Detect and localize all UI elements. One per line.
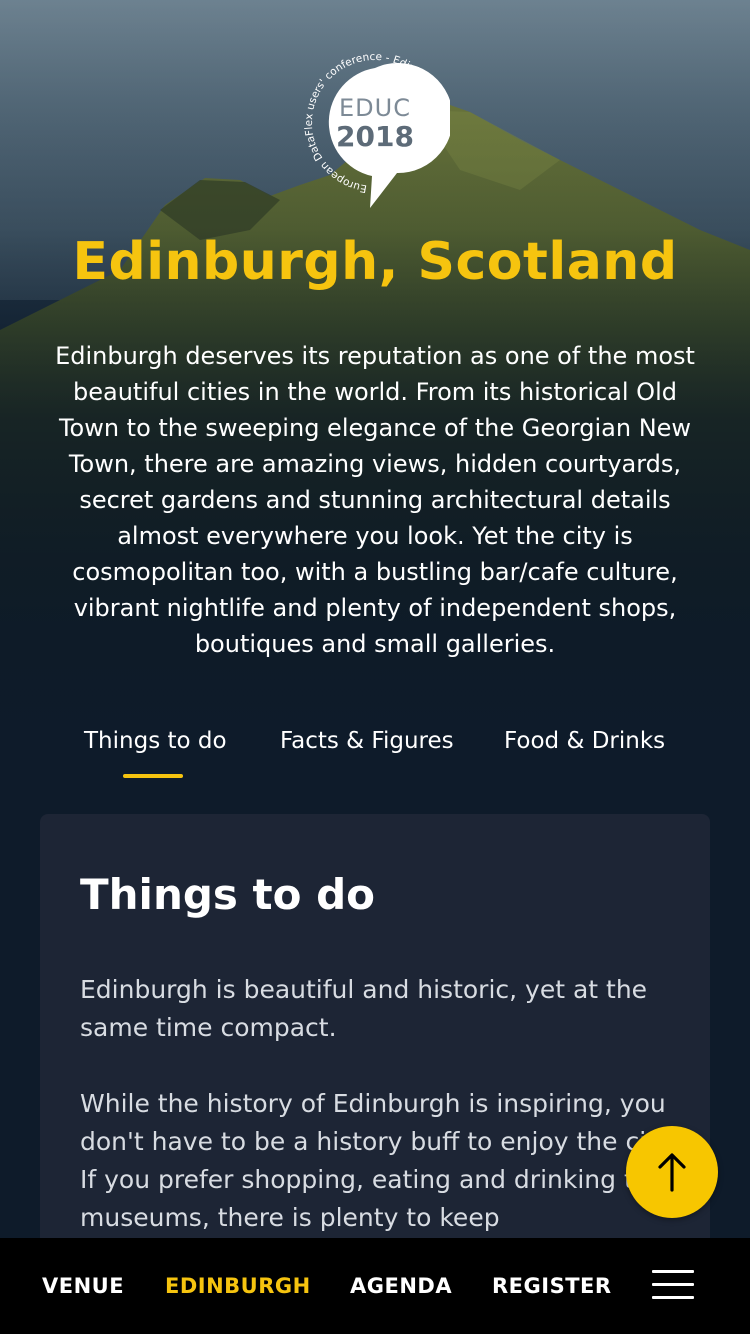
bottom-navigation: VENUE EDINBURGH AGENDA REGISTER <box>0 1238 750 1334</box>
logo-name: EDUC <box>339 94 411 122</box>
tab-things-to-do[interactable]: Things to do <box>84 728 227 754</box>
nav-item-edinburgh[interactable]: EDINBURGH <box>165 1274 311 1298</box>
intro-paragraph: Edinburgh deserves its reputation as one… <box>55 342 695 658</box>
logo-year: 2018 <box>336 120 414 153</box>
tab-food-drinks[interactable]: Food & Drinks <box>504 728 665 754</box>
hero-section: European DataFlex users' conference - Ed… <box>0 0 750 760</box>
educ-2018-logo[interactable]: European DataFlex users' conference - Ed… <box>300 48 453 210</box>
card-paragraph-2: While the history of Edinburgh is inspir… <box>80 1089 676 1232</box>
tab-facts-figures[interactable]: Facts & Figures <box>280 728 454 754</box>
nav-item-agenda[interactable]: AGENDA <box>350 1274 452 1298</box>
card-title: Things to do <box>80 870 376 919</box>
card-paragraph-1: Edinburgh is beautiful and historic, yet… <box>80 975 648 1042</box>
scroll-to-top-button[interactable] <box>626 1126 718 1218</box>
section-tabs: Things to do Facts & Figures Food & Drin… <box>0 728 750 788</box>
arrow-up-icon <box>658 1153 686 1192</box>
page-title: Edinburgh, Scotland <box>72 232 678 292</box>
hamburger-menu-icon[interactable] <box>652 1270 694 1300</box>
active-tab-indicator <box>123 774 183 778</box>
nav-item-venue[interactable]: VENUE <box>42 1274 124 1298</box>
things-to-do-card: Things to do Edinburgh is beautiful and … <box>40 814 710 1274</box>
nav-item-register[interactable]: REGISTER <box>492 1274 612 1298</box>
